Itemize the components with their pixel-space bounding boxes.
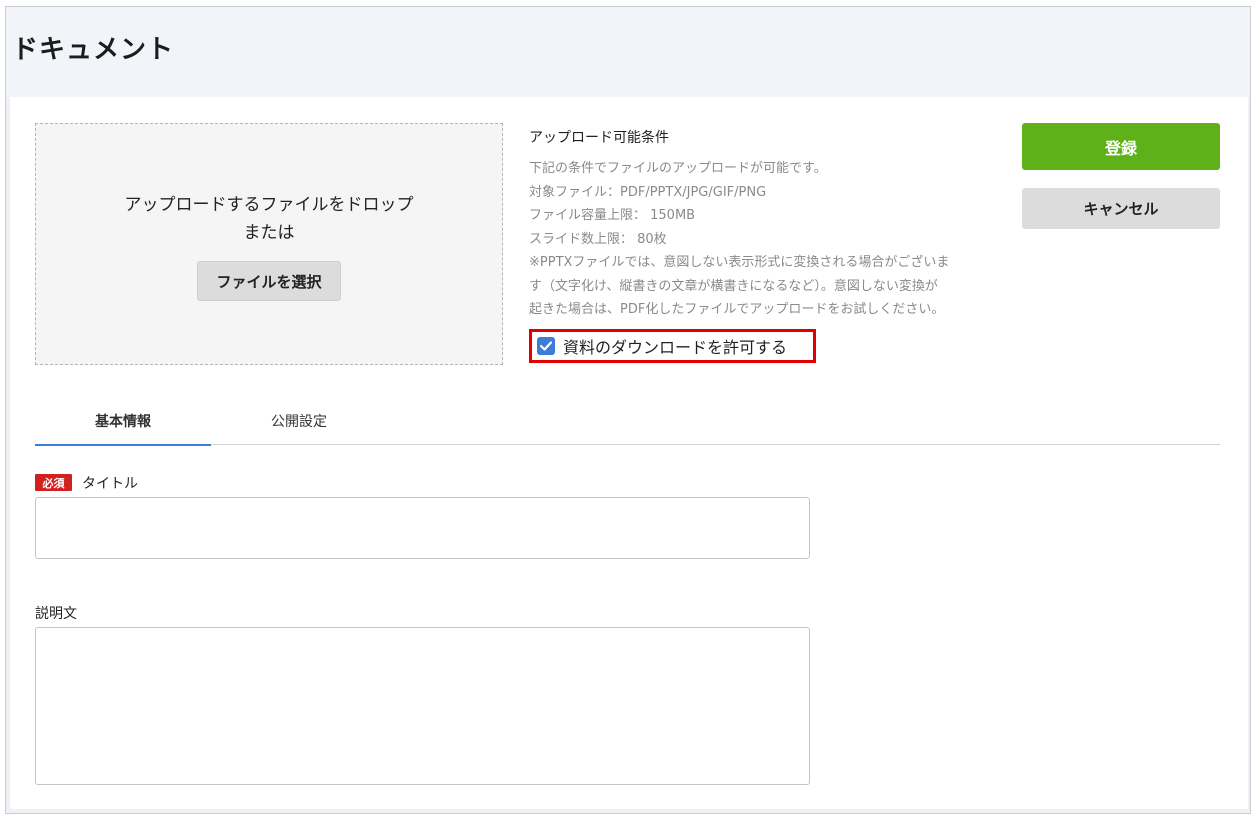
allow-download-checkbox[interactable]	[537, 337, 555, 355]
condition-line: す（文字化け、縦書きの文章が横書きになるなど）。意図しない変換が	[529, 278, 938, 294]
condition-line: 対象ファイル：PDF/PPTX/JPG/GIF/PNG	[529, 184, 767, 200]
select-file-button[interactable]: ファイルを選択	[197, 261, 341, 301]
cancel-button[interactable]: キャンセル	[1022, 188, 1220, 229]
condition-line: スライド数上限： 80枚	[529, 231, 667, 247]
condition-line: 下記の条件でファイルのアップロードが可能です。	[529, 161, 827, 176]
register-button[interactable]: 登録	[1022, 123, 1220, 170]
description-textarea[interactable]	[35, 627, 810, 785]
tab-publish-settings[interactable]: 公開設定	[211, 397, 387, 445]
condition-line: ファイル容量上限： 150MB	[529, 208, 696, 223]
upload-conditions-title: アップロード可能条件	[529, 130, 669, 146]
main-content: アップロードするファイルをドロップ または ファイルを選択 アップロード可能条件…	[10, 97, 1248, 809]
file-drop-zone[interactable]: アップロードするファイルをドロップ または ファイルを選択	[35, 123, 503, 365]
condition-line: 起きた場合は、PDF化したファイルでアップロードをお試しください。	[529, 302, 945, 317]
title-label: タイトル	[82, 476, 138, 492]
title-input[interactable]	[35, 497, 810, 559]
drop-or-text: または	[243, 223, 295, 243]
description-label: 説明文	[35, 606, 77, 622]
tab-basic-info[interactable]: 基本情報	[35, 397, 211, 446]
page-header: ドキュメント	[6, 7, 1250, 97]
allow-download-label: 資料のダウンロードを許可する	[563, 338, 788, 357]
allow-download-option[interactable]: 資料のダウンロードを許可する	[529, 329, 816, 363]
condition-line: ※PPTXファイルでは、意図しない表示形式に変換される場合がございま	[529, 255, 950, 270]
upload-conditions-text: 下記の条件でファイルのアップロードが可能です。 対象ファイル：PDF/PPTX/…	[529, 157, 999, 322]
tab-bar: 基本情報 公開設定	[35, 397, 1220, 446]
app-window: ドキュメント アップロードするファイルをドロップ または ファイルを選択 アップ…	[5, 6, 1251, 814]
page-title: ドキュメント	[12, 35, 175, 65]
check-icon	[540, 341, 552, 351]
drop-instruction: アップロードするファイルをドロップ	[124, 195, 414, 215]
required-badge: 必須	[35, 474, 72, 491]
